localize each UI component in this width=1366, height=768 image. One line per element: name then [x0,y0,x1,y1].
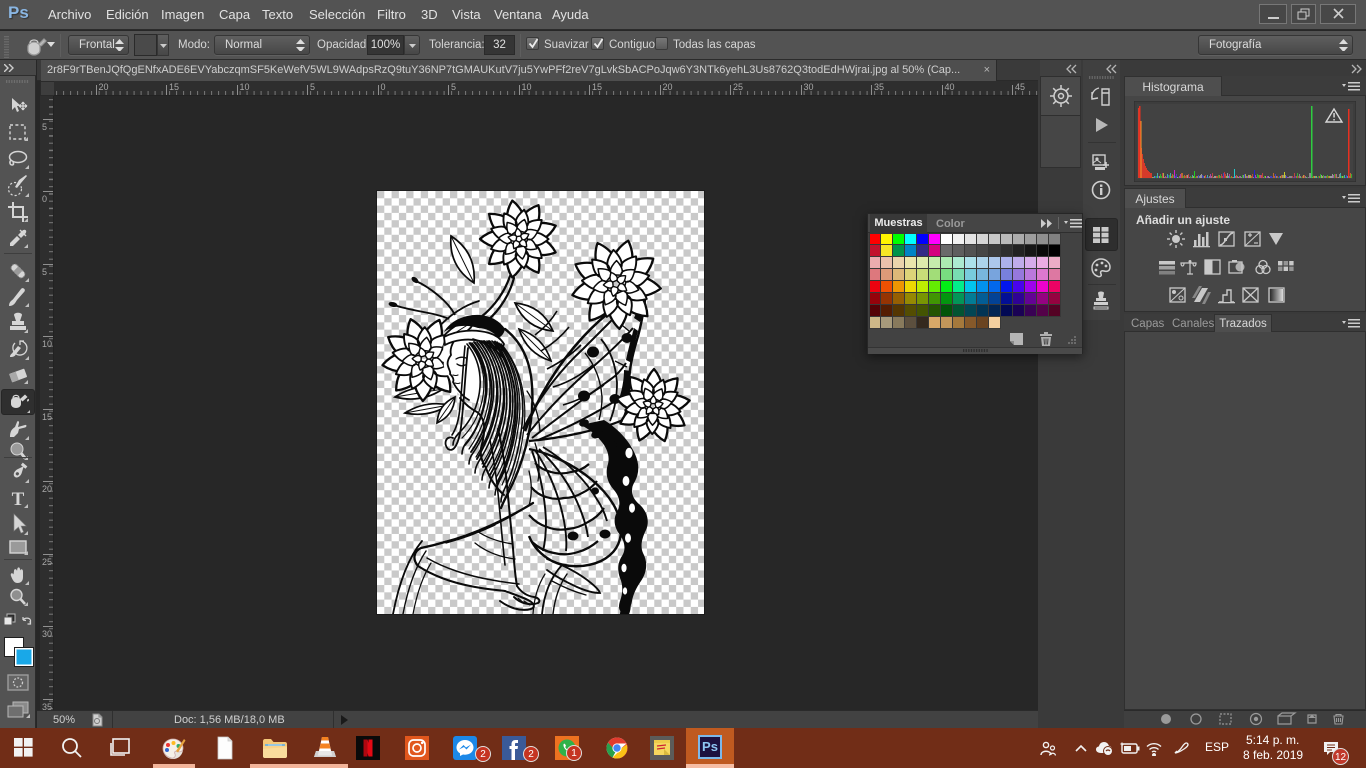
svg-text:T: T [12,489,25,509]
